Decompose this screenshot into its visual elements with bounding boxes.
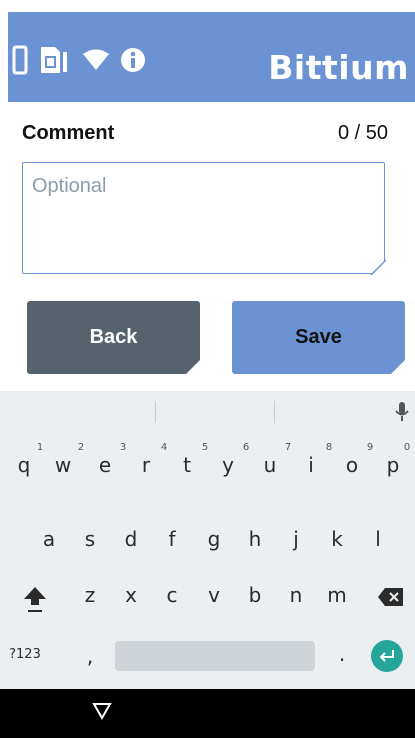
key-m[interactable]: m	[320, 583, 354, 607]
key-hint: 3	[119, 442, 127, 453]
character-counter: 0 / 50	[337, 122, 388, 144]
space-key[interactable]	[115, 641, 315, 671]
key-t[interactable]: t	[170, 453, 204, 477]
key-hint: 1	[36, 442, 44, 453]
symbols-key[interactable]: ?123	[6, 647, 44, 662]
comma-key[interactable]: ,	[73, 644, 107, 668]
key-g[interactable]: g	[197, 527, 231, 551]
key-r[interactable]: r	[129, 453, 163, 477]
suggestion-divider	[274, 401, 275, 423]
brand-logo: Bittium	[268, 48, 409, 87]
back-button-label: Back	[89, 326, 138, 348]
key-c[interactable]: c	[155, 583, 189, 607]
comment-placeholder: Optional	[32, 175, 107, 197]
key-e[interactable]: e	[88, 453, 122, 477]
sim-card-icon	[38, 44, 72, 76]
wifi-icon	[82, 48, 110, 72]
key-q[interactable]: q	[7, 453, 41, 477]
key-l[interactable]: l	[361, 527, 395, 551]
key-j[interactable]: j	[279, 527, 313, 551]
save-button-label: Save	[295, 326, 342, 348]
key-hint: 0	[403, 442, 411, 453]
key-hint: 4	[160, 442, 168, 453]
backspace-icon[interactable]	[377, 587, 405, 612]
key-y[interactable]: y	[211, 453, 245, 477]
key-h[interactable]: h	[238, 527, 272, 551]
key-o[interactable]: o	[335, 453, 369, 477]
period-key[interactable]: .	[325, 642, 359, 666]
key-v[interactable]: v	[197, 583, 231, 607]
comment-label: Comment	[22, 122, 115, 144]
nav-back-icon[interactable]	[92, 702, 112, 725]
info-icon	[120, 47, 146, 73]
comment-input[interactable]: Optional	[22, 162, 386, 275]
key-i[interactable]: i	[294, 453, 328, 477]
save-button[interactable]: Save	[232, 301, 405, 374]
enter-icon	[379, 650, 394, 662]
key-z[interactable]: z	[73, 583, 107, 607]
navigation-bar	[0, 689, 415, 738]
key-hint: 5	[201, 442, 209, 453]
key-hint: 9	[366, 442, 374, 453]
key-u[interactable]: u	[253, 453, 287, 477]
back-button[interactable]: Back	[27, 301, 200, 374]
key-d[interactable]: d	[114, 527, 148, 551]
corner-notch-icon	[370, 259, 386, 275]
enter-key[interactable]	[371, 640, 403, 672]
key-hint: 7	[284, 442, 292, 453]
suggestion-divider	[155, 401, 156, 423]
key-k[interactable]: k	[320, 527, 354, 551]
suggestion-strip	[0, 391, 415, 433]
top-strip	[0, 0, 415, 12]
key-a[interactable]: a	[32, 527, 66, 551]
phone-icon	[12, 45, 28, 75]
microphone-icon[interactable]	[395, 401, 409, 428]
corner-notch-icon	[186, 360, 200, 374]
corner-notch-icon	[391, 360, 405, 374]
key-f[interactable]: f	[155, 527, 189, 551]
key-hint: 6	[242, 442, 250, 453]
key-x[interactable]: x	[114, 583, 148, 607]
key-n[interactable]: n	[279, 583, 313, 607]
key-hint: 2	[77, 442, 85, 453]
header-status-icons	[12, 42, 146, 78]
key-s[interactable]: s	[73, 527, 107, 551]
key-hint: 8	[325, 442, 333, 453]
key-w[interactable]: w	[46, 453, 80, 477]
key-b[interactable]: b	[238, 583, 272, 607]
soft-keyboard: q w e r t y u i o p 1 2 3 4 5 6 7 8 9 0 …	[0, 391, 415, 689]
shift-icon[interactable]	[22, 585, 48, 620]
key-p[interactable]: p	[376, 453, 410, 477]
